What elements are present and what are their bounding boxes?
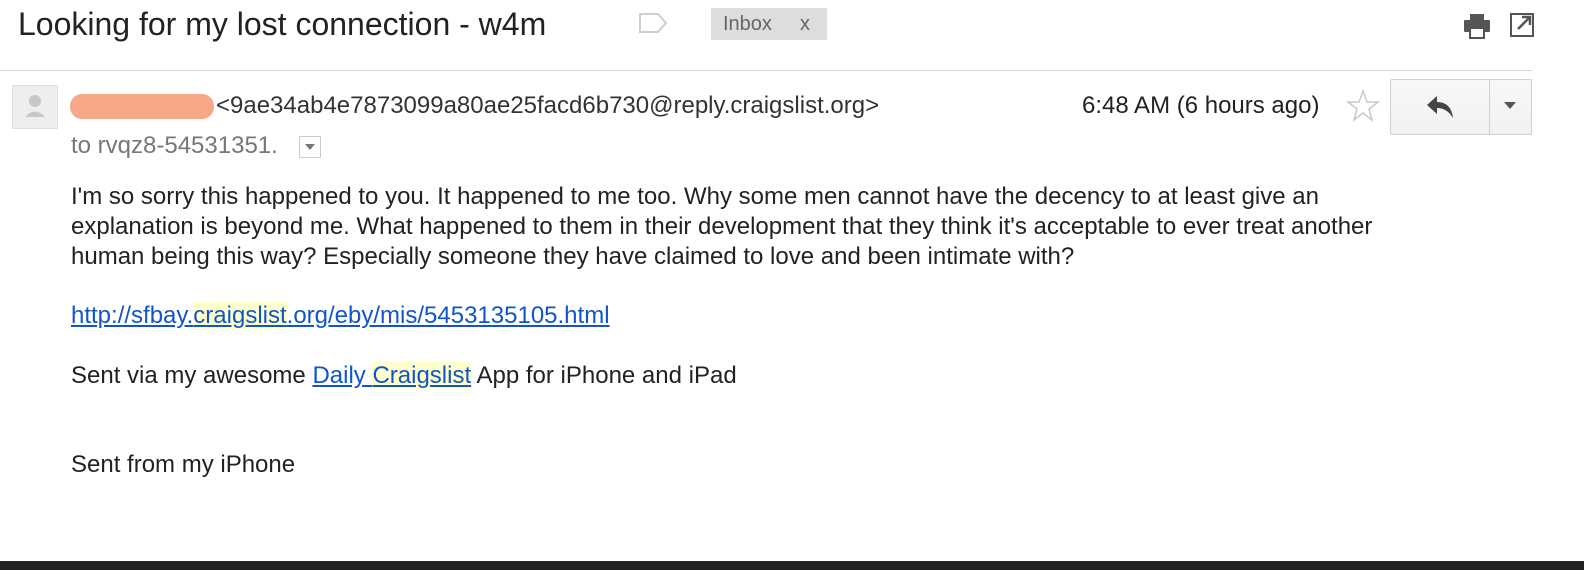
inbox-label-chip: Inbox x bbox=[711, 8, 827, 40]
highlighted-term: craigslist bbox=[193, 302, 287, 329]
inbox-label: Inbox bbox=[723, 13, 772, 35]
highlighted-term: Craigslist bbox=[372, 362, 472, 389]
star-icon[interactable] bbox=[1346, 89, 1380, 123]
craigslist-listing-link[interactable]: http://sfbay.craigslist.org/eby/mis/5453… bbox=[71, 302, 610, 329]
body-line-2: explanation is beyond me. What happened … bbox=[71, 213, 1373, 240]
reply-button-group bbox=[1390, 79, 1532, 135]
redacted-sender-name bbox=[70, 94, 214, 119]
message-time: 6:48 AM (6 hours ago) bbox=[1082, 92, 1320, 119]
header-divider bbox=[0, 70, 1532, 71]
reply-button[interactable] bbox=[1391, 80, 1489, 134]
caret-down-icon bbox=[305, 144, 315, 150]
body-line-3: human being this way? Especially someone… bbox=[71, 243, 1075, 270]
listing-link-line: http://sfbay.craigslist.org/eby/mis/5453… bbox=[71, 301, 610, 331]
sender-avatar[interactable] bbox=[12, 85, 58, 129]
recipient-line: to rvqz8-54531351. bbox=[71, 132, 278, 159]
show-details-button[interactable] bbox=[299, 136, 321, 158]
more-actions-button[interactable] bbox=[1490, 80, 1531, 134]
label-tag-icon[interactable] bbox=[638, 12, 668, 34]
sender-email: <9ae34ab4e7873099a80ae25facd6b730@reply.… bbox=[216, 92, 880, 119]
body-line-1: I'm so sorry this happened to you. It ha… bbox=[71, 183, 1319, 210]
reply-arrow-icon bbox=[1427, 96, 1453, 118]
app-promo-line: Sent via my awesome Daily Craigslist App… bbox=[71, 362, 737, 389]
print-icon[interactable] bbox=[1462, 12, 1492, 40]
remove-label-button[interactable]: x bbox=[800, 8, 810, 40]
new-window-icon[interactable] bbox=[1509, 12, 1535, 38]
chevron-down-icon bbox=[1504, 102, 1516, 109]
email-subject: Looking for my lost connection - w4m bbox=[18, 6, 547, 42]
bottom-bar bbox=[0, 561, 1584, 570]
person-icon bbox=[25, 95, 45, 117]
daily-craigslist-link[interactable]: Daily Craigslist bbox=[312, 362, 472, 389]
signature: Sent from my iPhone bbox=[71, 451, 296, 478]
